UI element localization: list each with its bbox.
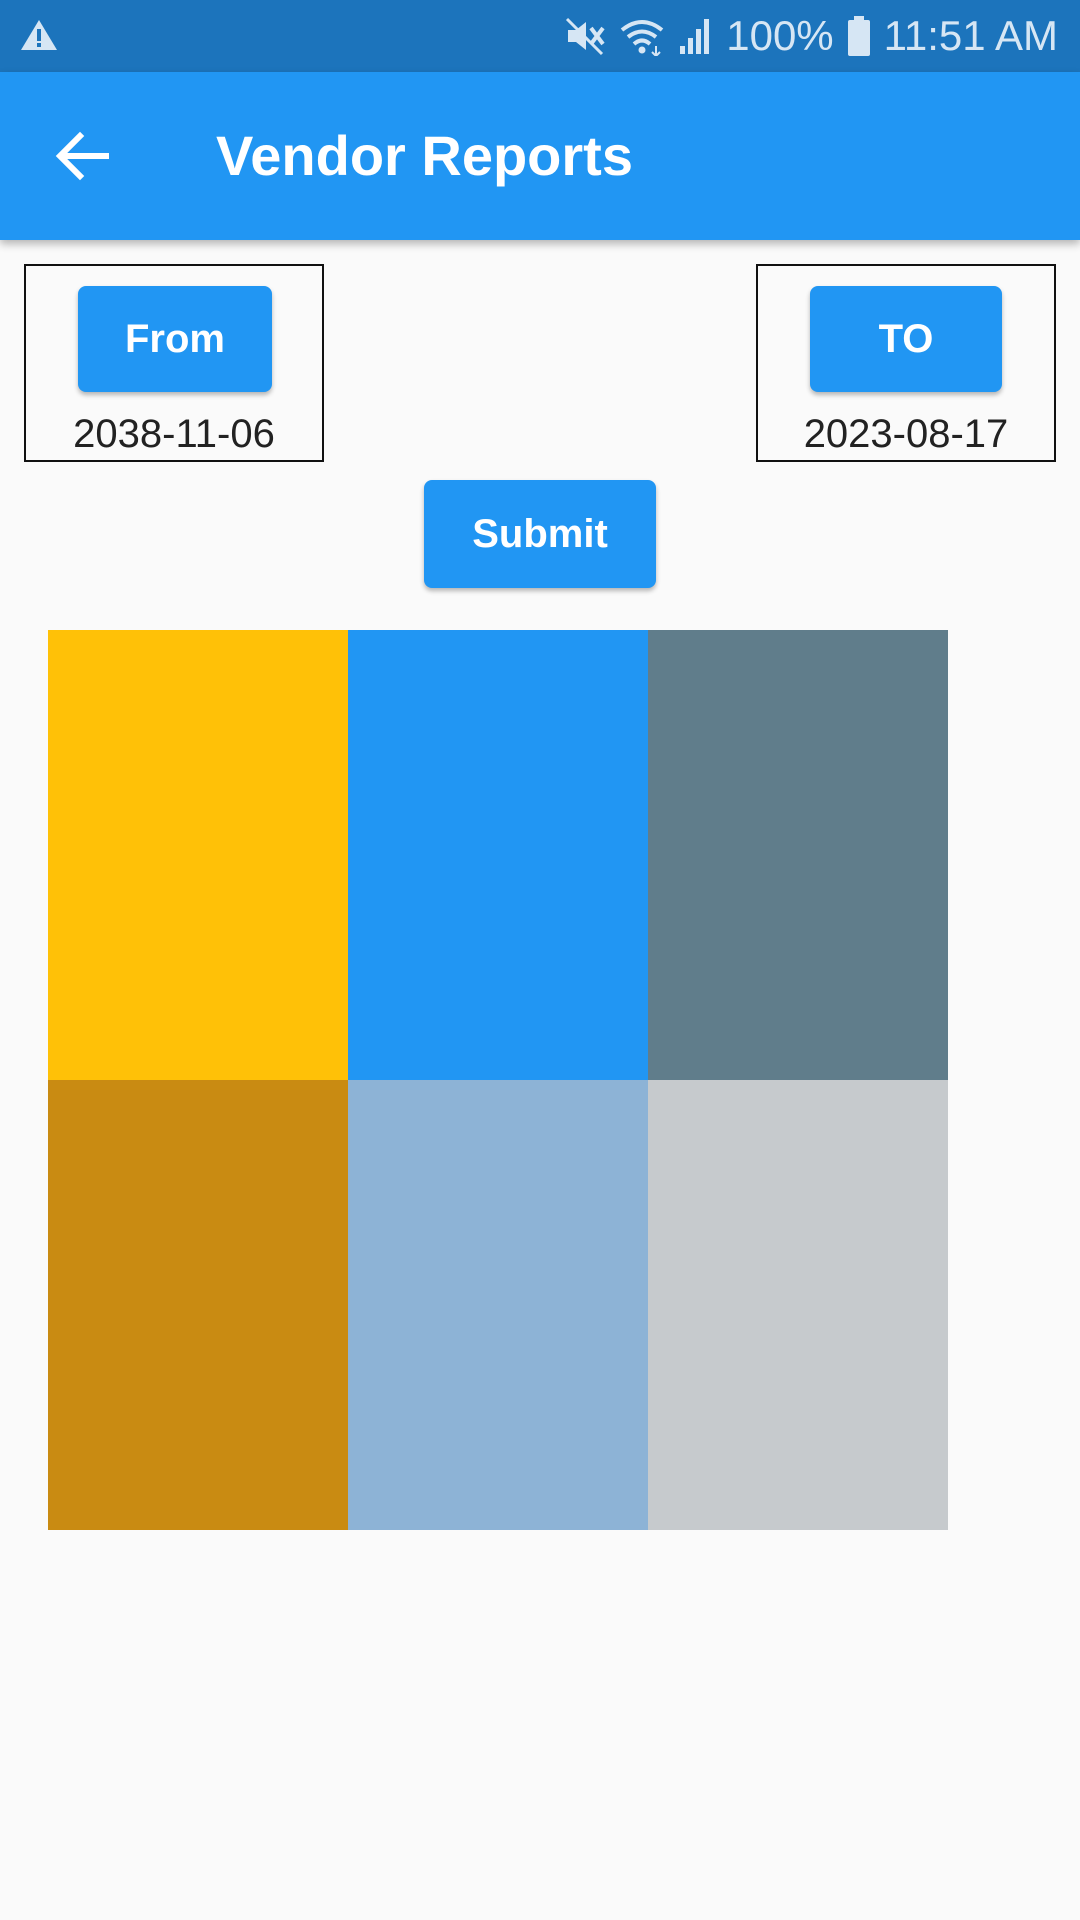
arrow-left-icon[interactable] [50, 124, 114, 188]
to-date-box: TO 2023-08-17 [756, 264, 1056, 462]
warning-icon [21, 20, 57, 50]
to-date-value: 2023-08-17 [803, 412, 1009, 456]
battery-percent: 100% [726, 12, 834, 59]
to-button[interactable]: TO [810, 286, 1002, 392]
page-title: Vendor Reports [216, 124, 633, 187]
signal-icon [680, 19, 710, 54]
color-tile [48, 1080, 348, 1530]
from-date-box: From 2038-11-06 [24, 264, 324, 462]
app-bar: Vendor Reports [0, 72, 1080, 240]
color-tile [648, 630, 948, 1080]
submit-button[interactable]: Submit [424, 480, 656, 588]
color-tile-grid [48, 630, 948, 1530]
clock: 11:51 AM [883, 12, 1058, 59]
from-button[interactable]: From [78, 286, 272, 392]
battery-icon [847, 16, 870, 56]
color-tile [48, 630, 348, 1080]
from-date-value: 2038-11-06 [73, 412, 275, 456]
wifi-icon [620, 20, 664, 56]
status-icons: 100% 11:51 AM [564, 0, 1058, 72]
color-tile [348, 1080, 648, 1530]
color-tile [348, 630, 648, 1080]
status-bar: 100% 11:51 AM [0, 0, 1080, 72]
color-tile [648, 1080, 948, 1530]
mute-icon [566, 17, 605, 56]
